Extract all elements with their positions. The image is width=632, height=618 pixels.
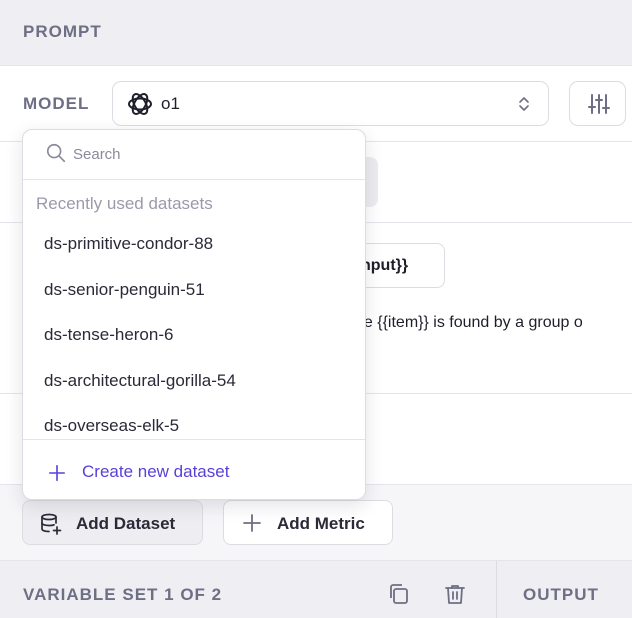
add-dataset-label: Add Dataset [76, 514, 176, 533]
model-select[interactable]: o1 [112, 81, 549, 126]
prompt-message-text[interactable]: he {{item}} is found by a group o [355, 314, 583, 332]
chevron-up-down-icon [519, 97, 529, 111]
model-settings-button[interactable] [569, 81, 626, 126]
create-dataset-label: Create new dataset [82, 462, 230, 481]
add-metric-button[interactable]: Add Metric [223, 500, 393, 545]
sliders-icon [588, 94, 610, 114]
add-dataset-button[interactable]: Add Dataset [22, 500, 203, 545]
openai-logo-icon [128, 93, 152, 115]
trash-icon[interactable] [443, 582, 467, 606]
output-label: OUTPUT [523, 585, 599, 604]
add-metric-label: Add Metric [277, 514, 365, 533]
variable-set-footer: VARIABLE SET 1 OF 2 OUTPUT [0, 560, 632, 618]
prompt-title: PROMPT [23, 22, 102, 41]
dataset-option[interactable]: ds-architectural-gorilla-54 [23, 360, 365, 404]
recent-datasets-heading: Recently used datasets [36, 194, 213, 213]
dataset-dropdown: Recently used datasets ds-primitive-cond… [22, 129, 366, 500]
playground-root: PROMPT MODEL o1 nput}} he {{item}} is fo… [0, 0, 632, 618]
variable-chip-label: nput}} [361, 257, 409, 274]
plus-icon [243, 514, 261, 532]
search-icon [46, 143, 66, 163]
database-add-icon [41, 513, 62, 535]
prompt-header: PROMPT [0, 0, 632, 66]
dataset-option-label: ds-senior-penguin-51 [44, 280, 205, 299]
copy-icon[interactable] [387, 582, 411, 606]
dataset-option-label: ds-primitive-condor-88 [44, 234, 214, 253]
plus-icon [48, 464, 66, 482]
model-label: MODEL [23, 94, 90, 113]
footer-separator [496, 561, 497, 618]
variable-set-label: VARIABLE SET 1 OF 2 [23, 585, 223, 604]
model-select-value: o1 [161, 94, 180, 113]
dataset-option[interactable]: ds-primitive-condor-88 [23, 223, 365, 267]
dataset-search [23, 130, 365, 180]
create-dataset-button[interactable]: Create new dataset [23, 439, 365, 499]
dataset-option-label: ds-overseas-elk-5 [44, 416, 180, 435]
dataset-search-input[interactable] [73, 142, 343, 166]
dataset-option[interactable]: ds-senior-penguin-51 [23, 269, 365, 313]
dataset-option-label: ds-architectural-gorilla-54 [44, 371, 236, 390]
dataset-option-label: ds-tense-heron-6 [44, 325, 174, 344]
dataset-option[interactable]: ds-tense-heron-6 [23, 314, 365, 358]
